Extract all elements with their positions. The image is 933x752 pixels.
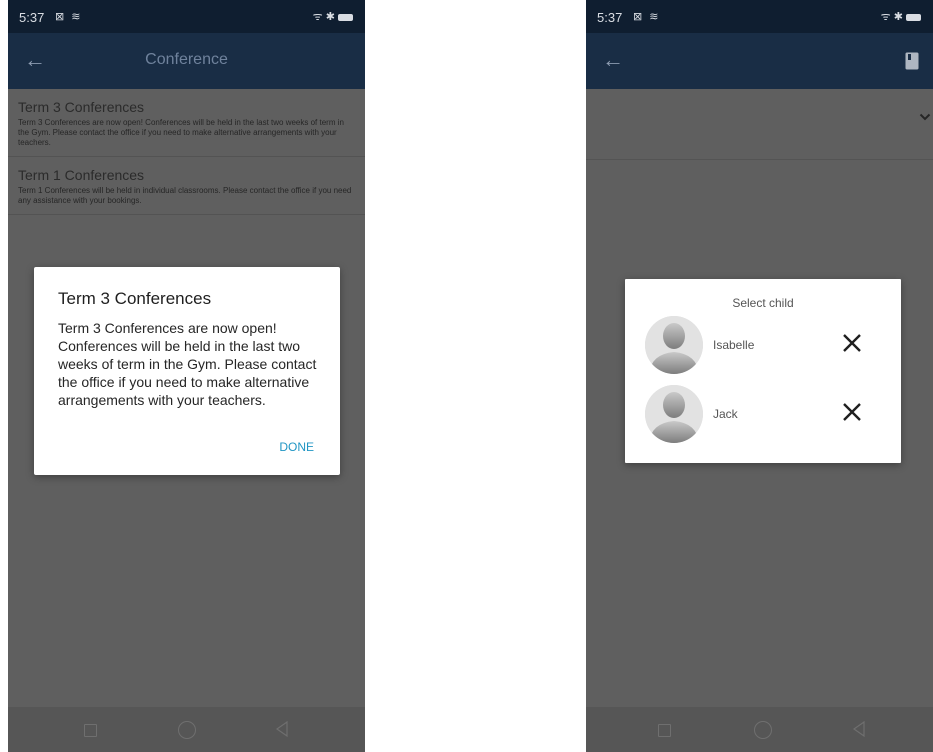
conference-title: Term 1 Conferences bbox=[18, 167, 145, 183]
battery-icon bbox=[338, 13, 353, 21]
close-icon[interactable] bbox=[841, 332, 863, 354]
person-silhouette-icon bbox=[645, 316, 703, 374]
status-time: 5:37 bbox=[19, 10, 45, 25]
battery-icon bbox=[906, 13, 921, 21]
conference-screen: 5:37 ⊠ ≋ ᯤ ✱ ← Conference Term 3 Confere… bbox=[8, 0, 365, 752]
notification-icons: ⊠ ≋ bbox=[55, 11, 83, 23]
child-name: Isabelle bbox=[713, 338, 755, 352]
child-name: Jack bbox=[713, 407, 738, 421]
system-nav-bar bbox=[8, 707, 365, 752]
dialog-body: Term 3 Conferences are now open! Confere… bbox=[58, 320, 317, 408]
back-triangle-icon[interactable] bbox=[275, 721, 289, 737]
page-title: Conference bbox=[145, 51, 228, 68]
recents-square-icon[interactable] bbox=[658, 724, 671, 737]
divider bbox=[586, 159, 933, 160]
vibrate-bluetooth-icon: ᯤ ✱ bbox=[880, 11, 903, 23]
dialog-title: Term 3 Conferences bbox=[58, 289, 212, 308]
app-toolbar: ← Conference bbox=[8, 33, 365, 89]
status-time: 5:37 bbox=[597, 10, 623, 25]
conference-title: Term 3 Conferences bbox=[18, 99, 145, 115]
conference-item-term1[interactable]: Term 1 Conferences Term 1 Conferences wi… bbox=[8, 157, 365, 215]
person-silhouette-icon bbox=[645, 385, 703, 443]
recents-square-icon[interactable] bbox=[84, 724, 97, 737]
done-button[interactable]: DONE bbox=[279, 440, 314, 454]
select-child-screen: 5:37 ⊠ ≋ ᯤ ✱ ← Select child Isabelle Jac… bbox=[586, 0, 933, 752]
avatar bbox=[645, 316, 703, 374]
avatar bbox=[645, 385, 703, 443]
app-toolbar: ← bbox=[586, 33, 933, 89]
system-icons: ᯤ ✱ bbox=[313, 9, 353, 24]
child-row-isabelle[interactable]: Isabelle bbox=[645, 316, 901, 376]
notification-icons: ⊠ ≋ bbox=[633, 11, 661, 23]
conference-detail-dialog: Term 3 Conferences Term 3 Conferences ar… bbox=[34, 267, 340, 475]
dialog-title: Select child bbox=[732, 296, 794, 310]
select-child-dialog: Select child Isabelle Jack bbox=[625, 279, 901, 463]
system-icons: ᯤ ✱ bbox=[881, 9, 921, 24]
back-arrow-icon[interactable]: ← bbox=[602, 47, 624, 73]
book-icon[interactable] bbox=[905, 52, 919, 70]
vibrate-bluetooth-icon: ᯤ ✱ bbox=[312, 11, 335, 23]
close-icon[interactable] bbox=[841, 401, 863, 423]
home-circle-icon[interactable] bbox=[178, 721, 196, 739]
conference-description: Term 1 Conferences will be held in indiv… bbox=[18, 186, 352, 205]
chevron-down-icon[interactable] bbox=[919, 113, 931, 121]
back-triangle-icon[interactable] bbox=[852, 721, 866, 737]
child-row-jack[interactable]: Jack bbox=[645, 385, 901, 445]
conference-item-term3[interactable]: Term 3 Conferences Term 3 Conferences ar… bbox=[8, 89, 365, 157]
home-circle-icon[interactable] bbox=[754, 721, 772, 739]
conference-description: Term 3 Conferences are now open! Confere… bbox=[18, 118, 344, 147]
system-nav-bar bbox=[586, 707, 933, 752]
status-bar: 5:37 ⊠ ≋ ᯤ ✱ bbox=[586, 0, 933, 33]
status-bar: 5:37 ⊠ ≋ ᯤ ✱ bbox=[8, 0, 365, 33]
